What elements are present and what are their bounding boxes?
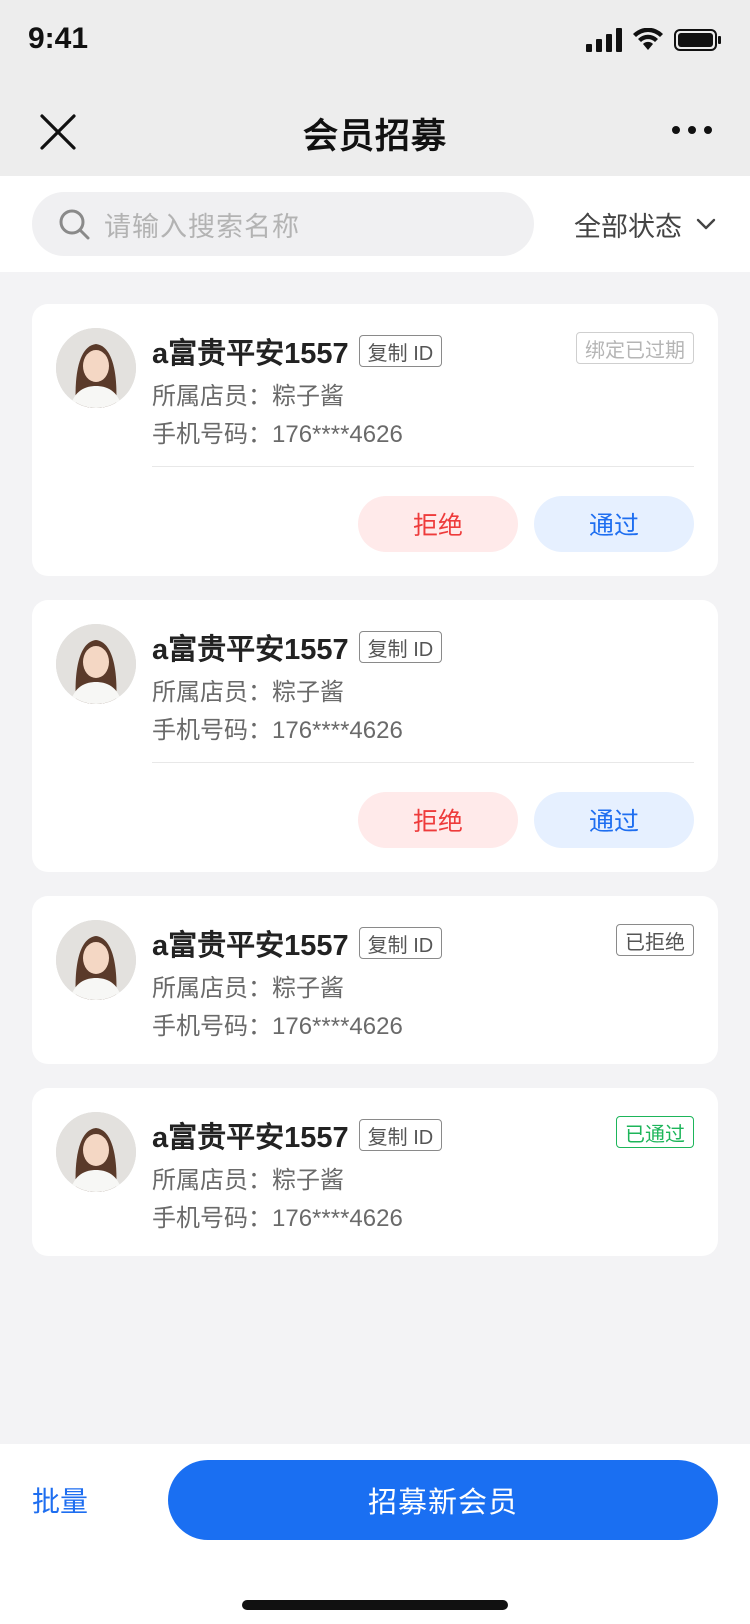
home-indicator bbox=[242, 1600, 508, 1610]
avatar bbox=[56, 920, 136, 1000]
search-icon bbox=[59, 209, 90, 240]
phone-line: 手机号码：176****4626 bbox=[152, 1006, 403, 1041]
phone-value: 176****4626 bbox=[272, 717, 403, 744]
status-time: 9:41 bbox=[28, 22, 89, 55]
status-badge: 绑定已过期 bbox=[576, 332, 694, 364]
name-row: a富贵平安1557 复制 ID bbox=[152, 330, 443, 372]
staff-label: 所属店员： bbox=[152, 1167, 272, 1194]
status-bar: 9:41 bbox=[0, 0, 750, 88]
copy-id-button[interactable]: 复制 ID bbox=[358, 1119, 443, 1151]
staff-line: 所属店员：粽子酱 bbox=[152, 1160, 344, 1195]
member-card: a富贵平安1557 复制 ID 已通过 所属店员：粽子酱 手机号码：176***… bbox=[32, 1088, 718, 1256]
avatar bbox=[56, 624, 136, 704]
wifi-icon bbox=[633, 28, 663, 50]
member-card: a富贵平安1557 复制 ID 已拒绝 所属店员：粽子酱 手机号码：176***… bbox=[32, 896, 718, 1064]
nav-bar: 会员招募 bbox=[0, 88, 750, 176]
status-filter-dropdown[interactable]: 全部状态 bbox=[574, 192, 716, 256]
phone-value: 176****4626 bbox=[272, 1013, 403, 1040]
reject-button[interactable]: 拒绝 bbox=[358, 496, 518, 552]
name-row: a富贵平安1557 复制 ID bbox=[152, 1114, 443, 1156]
staff-line: 所属店员：粽子酱 bbox=[152, 376, 344, 411]
phone-label: 手机号码： bbox=[152, 717, 272, 744]
member-name: a富贵平安1557 bbox=[152, 338, 349, 370]
search-area: 请输入搜索名称 全部状态 bbox=[0, 176, 750, 272]
copy-id-button[interactable]: 复制 ID bbox=[358, 631, 443, 663]
status-badge: 已通过 bbox=[616, 1116, 694, 1148]
staff-line: 所属店员：粽子酱 bbox=[152, 968, 344, 1003]
phone-line: 手机号码：176****4626 bbox=[152, 1198, 403, 1233]
copy-id-button[interactable]: 复制 ID bbox=[358, 927, 443, 959]
signal-icon bbox=[586, 28, 622, 52]
staff-label: 所属店员： bbox=[152, 679, 272, 706]
status-badge: 已拒绝 bbox=[616, 924, 694, 956]
recruit-new-member-button[interactable]: 招募新会员 bbox=[168, 1460, 718, 1540]
avatar bbox=[56, 1112, 136, 1192]
phone-line: 手机号码：176****4626 bbox=[152, 414, 403, 449]
member-name: a富贵平安1557 bbox=[152, 930, 349, 962]
search-placeholder: 请输入搜索名称 bbox=[104, 211, 300, 242]
phone-value: 176****4626 bbox=[272, 1205, 403, 1232]
search-input[interactable]: 请输入搜索名称 bbox=[32, 192, 534, 256]
chevron-down-icon bbox=[696, 218, 716, 230]
page-title: 会员招募 bbox=[302, 117, 447, 156]
divider bbox=[152, 466, 694, 467]
more-icon[interactable] bbox=[672, 126, 712, 134]
phone-label: 手机号码： bbox=[152, 1205, 272, 1232]
name-row: a富贵平安1557 复制 ID bbox=[152, 922, 443, 964]
staff-line: 所属店员：粽子酱 bbox=[152, 672, 344, 707]
staff-value: 粽子酱 bbox=[272, 383, 344, 410]
member-name: a富贵平安1557 bbox=[152, 634, 349, 666]
staff-label: 所属店员： bbox=[152, 975, 272, 1002]
phone-value: 176****4626 bbox=[272, 421, 403, 448]
bottom-bar: 批量 招募新会员 bbox=[0, 1444, 750, 1624]
staff-value: 粽子酱 bbox=[272, 975, 344, 1002]
approve-button[interactable]: 通过 bbox=[534, 792, 694, 848]
name-row: a富贵平安1557 复制 ID bbox=[152, 626, 443, 668]
divider bbox=[152, 762, 694, 763]
reject-button[interactable]: 拒绝 bbox=[358, 792, 518, 848]
status-icons bbox=[586, 28, 722, 52]
avatar bbox=[56, 328, 136, 408]
member-card: a富贵平安1557 复制 ID 绑定已过期 所属店员：粽子酱 手机号码：176*… bbox=[32, 304, 718, 576]
member-card: a富贵平安1557 复制 ID 所属店员：粽子酱 手机号码：176****462… bbox=[32, 600, 718, 872]
status-filter-label: 全部状态 bbox=[574, 211, 682, 242]
battery-icon bbox=[674, 29, 721, 51]
phone-label: 手机号码： bbox=[152, 1013, 272, 1040]
staff-label: 所属店员： bbox=[152, 383, 272, 410]
batch-button[interactable]: 批量 bbox=[32, 1480, 88, 1520]
approve-button[interactable]: 通过 bbox=[534, 496, 694, 552]
member-name: a富贵平安1557 bbox=[152, 1122, 349, 1154]
phone-label: 手机号码： bbox=[152, 421, 272, 448]
staff-value: 粽子酱 bbox=[272, 1167, 344, 1194]
staff-value: 粽子酱 bbox=[272, 679, 344, 706]
phone-line: 手机号码：176****4626 bbox=[152, 710, 403, 745]
copy-id-button[interactable]: 复制 ID bbox=[358, 335, 443, 367]
